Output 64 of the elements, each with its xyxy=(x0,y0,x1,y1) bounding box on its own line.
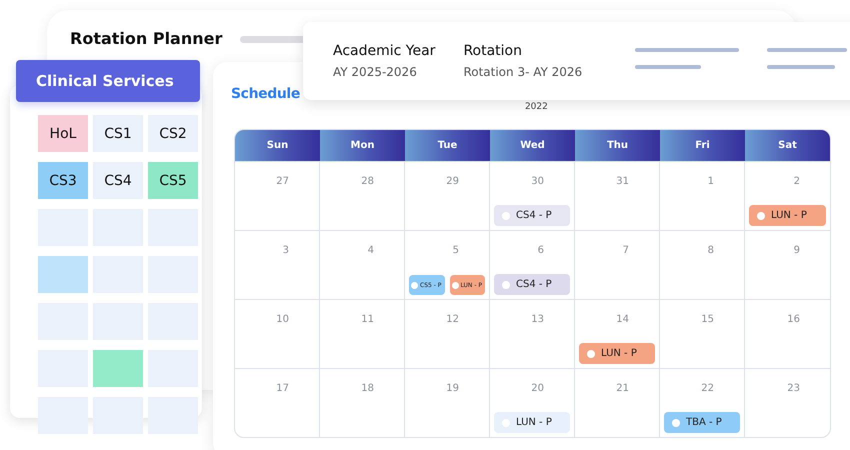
dot-icon xyxy=(502,280,510,288)
field-value: AY 2025-2026 xyxy=(333,65,418,79)
day-number: 4 xyxy=(368,245,374,256)
service-tile: HoL xyxy=(38,115,88,152)
day-number: 9 xyxy=(794,245,800,256)
weekday-header: Thu xyxy=(575,130,660,161)
event-chip[interactable]: TBA - P xyxy=(664,412,740,433)
event-chip[interactable]: LUN - P xyxy=(494,412,570,433)
day-number: 27 xyxy=(276,176,289,187)
day-number: 23 xyxy=(787,383,800,394)
weekday-header: Wed xyxy=(490,130,575,161)
window-title: Rotation Planner xyxy=(70,29,222,48)
service-tile: CS2 xyxy=(148,115,198,152)
day-number: 14 xyxy=(616,314,629,325)
day-number: 13 xyxy=(531,314,544,325)
schedule-title: Schedule xyxy=(231,86,300,102)
day-number: 15 xyxy=(701,314,714,325)
service-tile: CS5 xyxy=(148,162,198,199)
panel-header: Clinical Services xyxy=(16,60,200,102)
day-number: 7 xyxy=(622,245,629,256)
day-number: 2 xyxy=(794,176,800,187)
day-number: 30 xyxy=(531,176,544,187)
weekday-header: Sat xyxy=(745,130,830,161)
dot-icon xyxy=(672,418,680,426)
day-number: 17 xyxy=(276,383,289,394)
service-tile: CS4 xyxy=(93,162,143,199)
dot-icon xyxy=(587,350,595,358)
dot-icon xyxy=(502,212,510,220)
event-chip[interactable]: LUN - P xyxy=(749,205,826,226)
event-chip[interactable]: LUN - P xyxy=(579,343,655,364)
day-number: 19 xyxy=(446,383,459,394)
day-number: 6 xyxy=(538,245,544,256)
day-number: 20 xyxy=(531,383,544,394)
year-label: 2022 xyxy=(524,102,548,112)
dot-icon xyxy=(411,282,418,288)
day-number: 12 xyxy=(446,314,459,325)
event-chip[interactable]: CS4 - P xyxy=(494,205,570,226)
weekday-header: Sun xyxy=(235,130,320,161)
field-label: Rotation xyxy=(463,43,523,59)
day-number: 11 xyxy=(361,314,374,325)
day-number: 21 xyxy=(616,383,629,394)
day-number: 31 xyxy=(616,176,629,187)
day-number: 8 xyxy=(708,245,714,256)
day-number: 22 xyxy=(701,383,714,394)
placeholder-line xyxy=(767,65,836,69)
day-number: 18 xyxy=(361,383,374,394)
day-number: 3 xyxy=(282,245,289,256)
event-chip[interactable]: CS4 - P xyxy=(494,274,570,295)
day-number: 28 xyxy=(361,176,374,187)
service-tile: CS3 xyxy=(38,162,88,199)
weekday-header: Tue xyxy=(405,130,490,161)
day-number: 16 xyxy=(787,314,800,325)
weekday-header: Mon xyxy=(320,130,405,161)
service-tile: CS1 xyxy=(93,115,143,152)
day-number: 10 xyxy=(276,314,289,325)
placeholder-line xyxy=(635,65,702,69)
day-number: 29 xyxy=(446,176,459,187)
day-number: 5 xyxy=(452,245,459,256)
field-label: Academic Year xyxy=(333,43,436,59)
weekday-header: Fri xyxy=(660,130,745,161)
day-number: 1 xyxy=(708,176,714,187)
dot-icon xyxy=(452,282,458,288)
field-value: Rotation 3- AY 2026 xyxy=(463,65,582,79)
dot-icon xyxy=(757,212,765,220)
